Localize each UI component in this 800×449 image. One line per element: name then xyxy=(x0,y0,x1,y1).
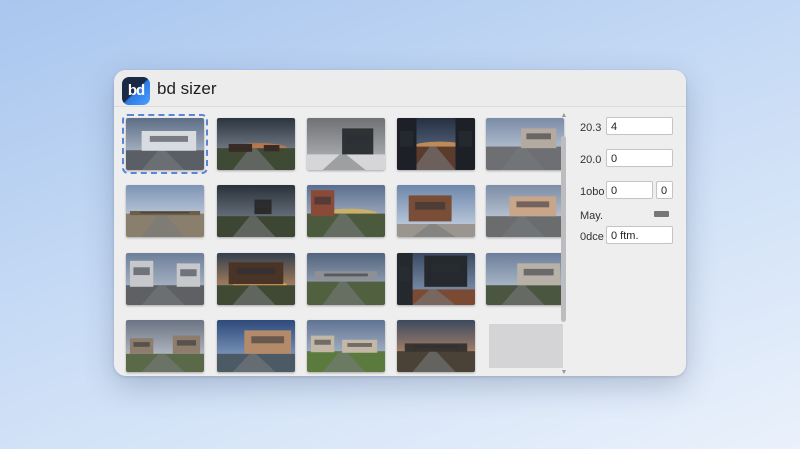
thumbnail-image xyxy=(126,320,204,372)
thumbnail-image xyxy=(217,118,295,170)
thumbnail-pavilion-sunset[interactable] xyxy=(217,253,295,305)
row2-label: 20.0 xyxy=(580,154,602,166)
ruler-icon[interactable] xyxy=(654,211,669,217)
thumbnail-image xyxy=(397,253,475,305)
row3-field[interactable]: 0 xyxy=(606,181,653,199)
row5-label: 0dce xyxy=(580,231,604,243)
thumbnail-image xyxy=(486,185,564,237)
scroll-down-arrow-icon[interactable]: ▼ xyxy=(560,369,568,376)
vertical-scrollbar[interactable]: ▲ ▼ xyxy=(560,112,568,376)
thumbnail-interior-gray[interactable] xyxy=(307,118,385,170)
thumbnail-road-fence[interactable] xyxy=(126,185,204,237)
thumbnail-house-road[interactable] xyxy=(486,118,564,170)
thumbnail-image xyxy=(217,185,295,237)
thumbnail-placeholder[interactable] xyxy=(489,324,563,368)
thumbnail-image xyxy=(217,253,295,305)
thumbnail-window-sky[interactable] xyxy=(397,185,475,237)
thumbnail-house-canal[interactable] xyxy=(217,320,295,372)
thumbnail-house-clouds[interactable] xyxy=(126,320,204,372)
thumbnail-road-barn[interactable] xyxy=(307,185,385,237)
row1-field[interactable]: 4 xyxy=(606,117,673,135)
thumbnail-image xyxy=(397,118,475,170)
thumbnail-image xyxy=(126,118,204,170)
thumbnail-train-road[interactable] xyxy=(307,253,385,305)
app-window: bd bd sizer ▲ ▼ 20.3 4 20.0 0 1obo 0 0 M… xyxy=(114,70,686,376)
app-logo: bd xyxy=(122,77,150,105)
thumbnail-row-houses[interactable] xyxy=(122,114,208,174)
thumbnail-image xyxy=(307,320,385,372)
row3-extra-field[interactable]: 0 xyxy=(656,181,673,199)
thumbnail-town-sunset[interactable] xyxy=(397,320,475,372)
thumbnail-corridor-sunset[interactable] xyxy=(397,118,475,170)
thumbnail-image xyxy=(397,185,475,237)
thumbnail-image xyxy=(126,253,204,305)
title-bar: bd bd sizer xyxy=(114,70,686,107)
thumbnail-image xyxy=(307,118,385,170)
scroll-thumb[interactable] xyxy=(561,136,566,322)
thumbnail-image xyxy=(307,185,385,237)
thumbnail-sign-road[interactable] xyxy=(217,185,295,237)
thumbnail-image xyxy=(486,118,564,170)
row5-field[interactable]: 0 ftm. xyxy=(606,226,673,244)
row3-label: 1obo xyxy=(580,186,605,198)
thumbnail-field-dusk[interactable] xyxy=(217,118,295,170)
row2-field[interactable]: 0 xyxy=(606,149,673,167)
thumbnail-street-houses[interactable] xyxy=(126,253,204,305)
row4-label: May. xyxy=(580,210,604,222)
thumbnail-image xyxy=(397,320,475,372)
thumbnail-house-village[interactable] xyxy=(486,253,564,305)
row1-label: 20.3 xyxy=(580,122,602,134)
thumbnail-image xyxy=(217,320,295,372)
thumbnail-house-green[interactable] xyxy=(307,320,385,372)
thumbnail-image xyxy=(307,253,385,305)
thumbnail-image xyxy=(486,253,564,305)
thumbnail-image xyxy=(126,185,204,237)
app-title: bd sizer xyxy=(157,79,217,98)
settings-panel: 20.3 4 20.0 0 1obo 0 0 May. 0dce 0 ftm. xyxy=(576,114,680,374)
thumbnail-house-road-2[interactable] xyxy=(486,185,564,237)
scroll-up-arrow-icon[interactable]: ▲ xyxy=(560,112,568,119)
thumbnail-glass-interior[interactable] xyxy=(397,253,475,305)
thumbnail-grid xyxy=(122,114,564,376)
